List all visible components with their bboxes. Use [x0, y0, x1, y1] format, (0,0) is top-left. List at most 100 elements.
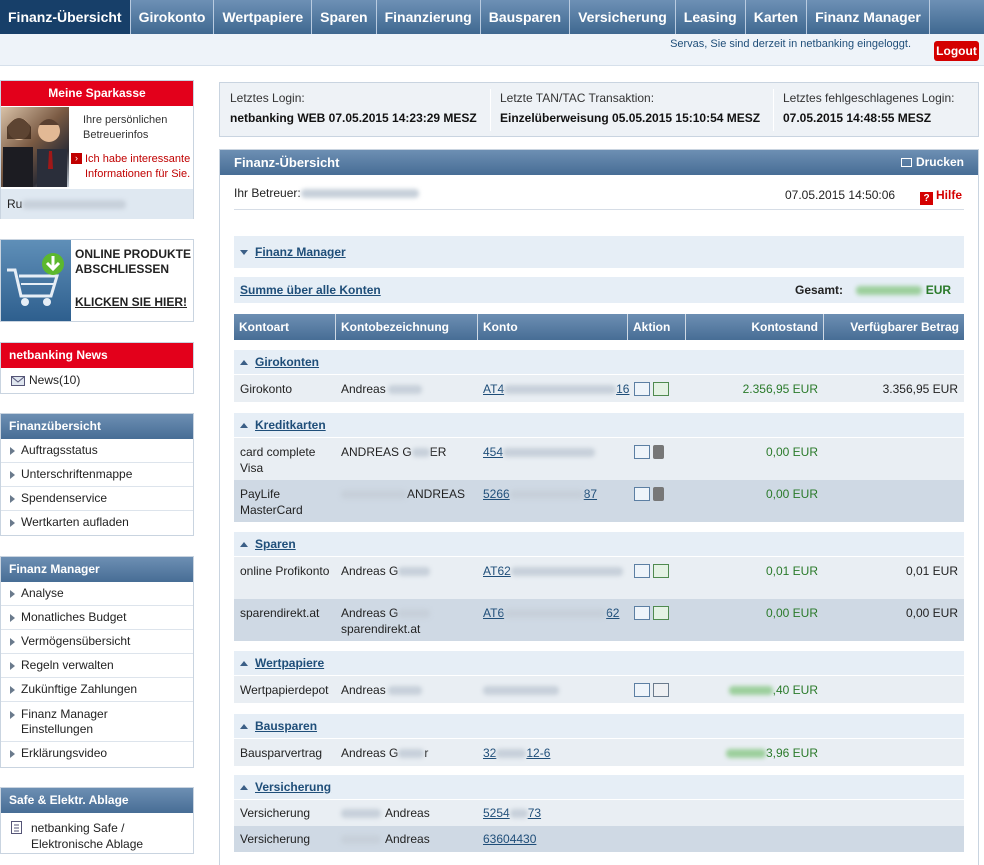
section-versicherung[interactable]: Versicherung — [234, 775, 964, 799]
sidebar-item-zahlungen[interactable]: Zukünftige Zahlungen — [1, 678, 193, 702]
nav-wertpapiere[interactable]: Wertpapiere — [214, 0, 313, 34]
konto-link[interactable]: AT62 — [483, 563, 623, 579]
kontoart: Versicherung — [240, 806, 311, 820]
news-item-label: News(10) — [29, 373, 81, 387]
kontobezeichnung: Andreas — [341, 831, 430, 847]
login-status-text: Servas, Sie sind derzeit in netbanking e… — [670, 38, 911, 50]
calculator-icon[interactable] — [634, 563, 650, 578]
section-link[interactable]: Kreditkarten — [255, 418, 326, 432]
triangle-right-icon — [10, 750, 15, 758]
promo-box[interactable]: ONLINE PRODUKTE ABSCHLIESSEN KLICKEN SIE… — [0, 239, 194, 322]
nav-versicherung[interactable]: Versicherung — [570, 0, 676, 34]
section-sparen[interactable]: Sparen — [234, 532, 964, 556]
konto-link[interactable]: 63604430 — [483, 831, 536, 847]
section-girokonten[interactable]: Girokonten — [234, 350, 964, 374]
konto-link[interactable]: 454 — [483, 444, 596, 460]
bez-end: r — [424, 746, 429, 760]
sidebar-item-label: Wertkarten aufladen — [21, 515, 129, 529]
help-label: Hilfe — [936, 188, 963, 202]
section-link[interactable]: Versicherung — [255, 780, 331, 794]
finanz-manager-section[interactable]: Finanz Manager — [234, 236, 964, 268]
logout-button[interactable]: Logout — [934, 41, 979, 61]
redacted-advisor[interactable] — [300, 189, 419, 199]
advisor-name: Ru — [7, 197, 23, 211]
divider — [773, 89, 774, 131]
finanzuebersicht-title: Finanzübersicht — [1, 414, 193, 439]
nav-sparen[interactable]: Sparen — [312, 0, 377, 34]
nav-bausparen[interactable]: Bausparen — [481, 0, 571, 34]
nav-finanz-uebersicht[interactable]: Finanz-Übersicht — [0, 0, 131, 34]
konto-link[interactable]: 32 12-6 — [483, 745, 550, 761]
calculator-icon[interactable] — [634, 486, 650, 501]
panel-title: Finanz-Übersicht — [234, 155, 340, 170]
top-navigation: Finanz-Übersicht Girokonto Wertpapiere S… — [0, 0, 984, 34]
betreuer-row: Ihr Betreuer: 07.05.2015 14:50:06 ? Hilfe — [234, 186, 964, 210]
section-link[interactable]: Sparen — [255, 537, 296, 551]
news-item[interactable]: News(10) — [1, 368, 193, 393]
action-icons — [634, 443, 667, 459]
nav-finanz-manager[interactable]: Finanz Manager — [807, 0, 930, 34]
finanz-manager-title: Finanz Manager — [1, 557, 193, 582]
info-link[interactable]: › Ich habe interessante Informationen fü… — [71, 152, 193, 182]
betreuerinfo-text[interactable]: Ihre persönlichen Betreuerinfos — [83, 113, 189, 143]
calculator-icon[interactable] — [634, 381, 650, 396]
sidebar-item-label: Auftragsstatus — [21, 443, 98, 457]
col-konto: Konto — [478, 314, 628, 340]
sidebar-item-wertkarten[interactable]: Wertkarten aufladen — [1, 511, 193, 535]
stand-end: 3,96 EUR — [765, 746, 818, 760]
last-failed-value: 07.05.2015 14:48:55 MESZ — [783, 111, 932, 125]
promo-cta-link[interactable]: KLICKEN SIE HIER! — [75, 295, 187, 309]
verfuegbar: 0,01 EUR — [905, 564, 958, 578]
sidebar-item-budget[interactable]: Monatliches Budget — [1, 606, 193, 630]
sidebar-item-spendenservice[interactable]: Spendenservice — [1, 487, 193, 511]
calculator-icon[interactable] — [634, 444, 650, 459]
sidebar-item-einstellungen[interactable]: Finanz Manager Einstellungen — [1, 702, 193, 742]
calculator-icon[interactable] — [634, 605, 650, 620]
sum-link[interactable]: Summe über alle Konten — [240, 283, 381, 297]
finanz-manager-link[interactable]: Finanz Manager — [255, 245, 346, 259]
kontostand: 0,00 EUR — [765, 445, 818, 459]
konto-link[interactable]: AT6 62 — [483, 605, 619, 621]
section-wertpapiere[interactable]: Wertpapiere — [234, 651, 964, 675]
transfer-icon[interactable] — [653, 381, 669, 396]
section-link[interactable]: Girokonten — [255, 355, 319, 369]
print-button[interactable]: Drucken — [900, 150, 964, 175]
shopping-cart-icon — [1, 240, 71, 321]
sidebar-item-unterschriftenmappe[interactable]: Unterschriftenmappe — [1, 463, 193, 487]
last-login-label: Letztes Login: — [230, 91, 305, 105]
nav-girokonto[interactable]: Girokonto — [131, 0, 215, 34]
sidebar-item-video[interactable]: Erklärungsvideo — [1, 742, 193, 766]
section-link[interactable]: Wertpapiere — [255, 656, 324, 670]
safe-item[interactable]: netbanking Safe / Elektronische Ablage — [11, 820, 186, 852]
depot-icon[interactable] — [653, 682, 669, 697]
table-row: Bausparvertrag Andreas G r 32 12-6 3,96 EU… — [234, 739, 964, 766]
nav-karten[interactable]: Karten — [746, 0, 808, 34]
konto-link[interactable]: AT4 16 — [483, 381, 629, 397]
konto-link[interactable]: 5254 73 — [483, 805, 541, 821]
table-row: Wertpapierdepot Andreas ,40 EUR — [234, 676, 964, 703]
sidebar-item-regeln[interactable]: Regeln verwalten — [1, 654, 193, 678]
calculator-icon[interactable] — [634, 682, 650, 697]
section-bausparen[interactable]: Bausparen — [234, 714, 964, 738]
sidebar-item-label: Erklärungsvideo — [21, 746, 108, 760]
bez-text: ANDREAS G — [341, 445, 412, 459]
section-kreditkarten[interactable]: Kreditkarten — [234, 413, 964, 437]
sidebar-item-analyse[interactable]: Analyse — [1, 582, 193, 606]
konto-text: AT4 — [483, 382, 505, 396]
safe-item-label: netbanking Safe / Elektronische Ablage — [31, 821, 144, 851]
help-link[interactable]: ? Hilfe — [920, 188, 962, 205]
transfer-icon[interactable] — [653, 605, 669, 620]
lock-icon — [653, 486, 664, 501]
redacted — [398, 609, 431, 619]
konto-link[interactable]: 5266 87 — [483, 486, 597, 502]
sidebar-item-vermoegen[interactable]: Vermögensübersicht — [1, 630, 193, 654]
triangle-right-icon — [10, 662, 15, 670]
section-link[interactable]: Bausparen — [255, 719, 317, 733]
news-box: netbanking News News(10) — [0, 342, 194, 394]
sidebar-item-auftragsstatus[interactable]: Auftragsstatus — [1, 439, 193, 463]
transfer-icon[interactable] — [653, 563, 669, 578]
nav-finanzierung[interactable]: Finanzierung — [377, 0, 481, 34]
table-row: online Profikonto Andreas G AT62 0,01 EU… — [234, 557, 964, 599]
konto-link[interactable] — [483, 682, 559, 698]
nav-leasing[interactable]: Leasing — [676, 0, 746, 34]
